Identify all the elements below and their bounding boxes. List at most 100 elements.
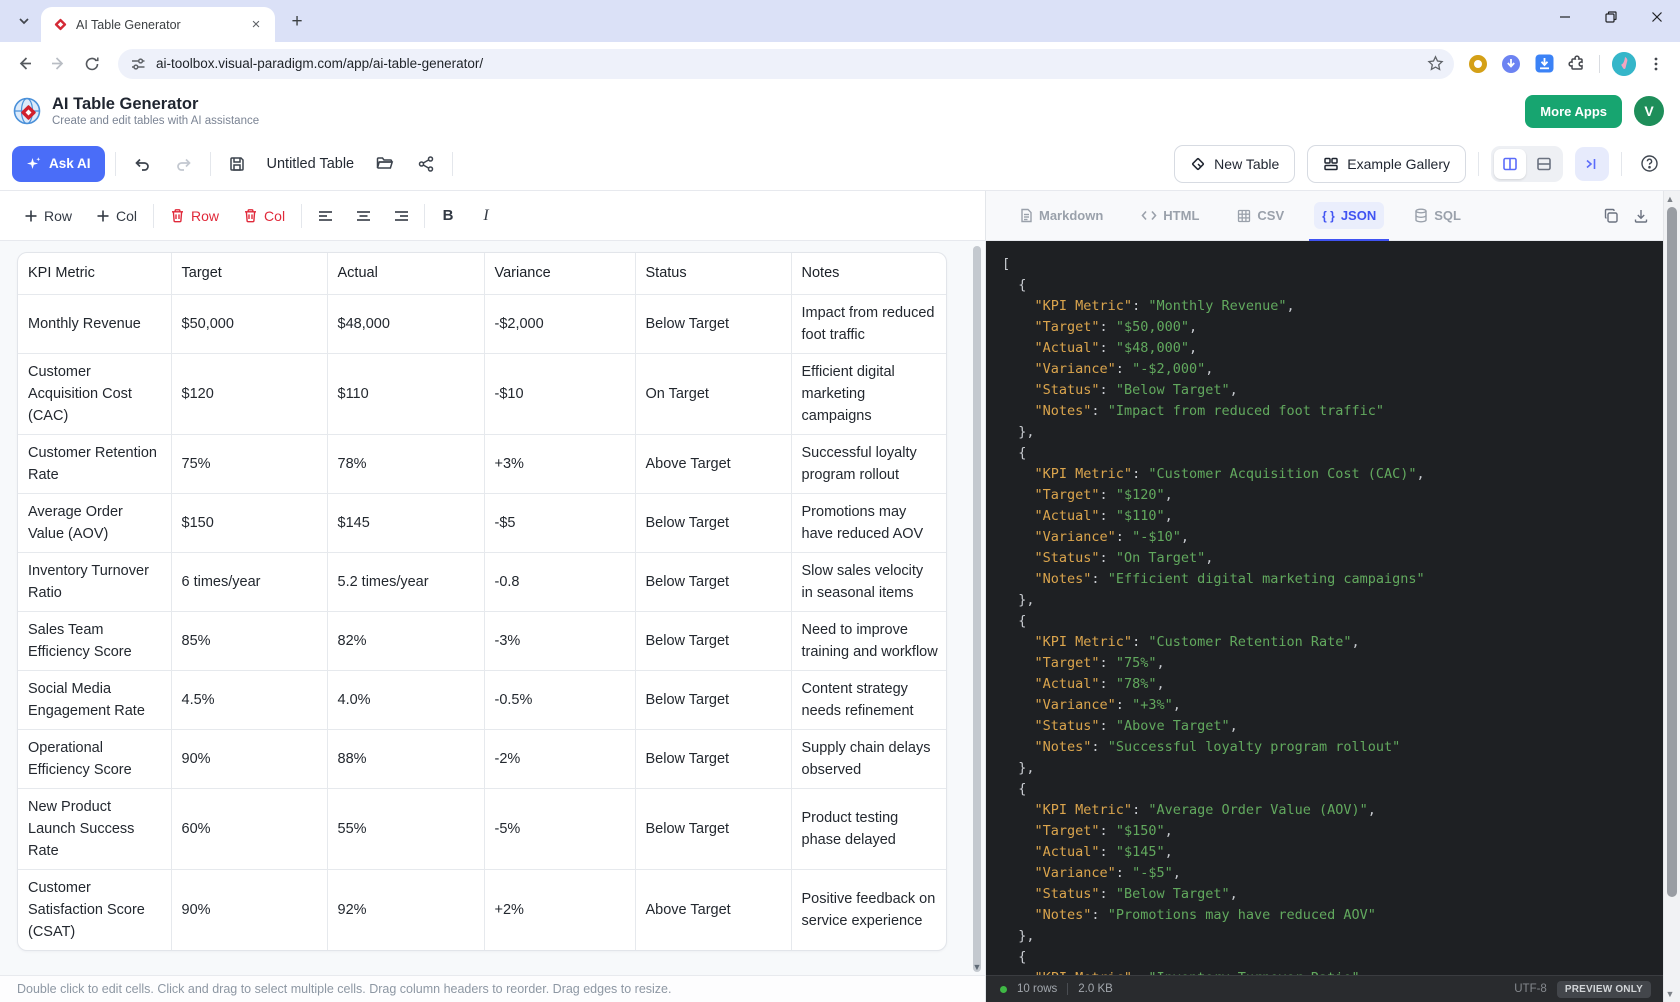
table-cell[interactable]: -$5 xyxy=(484,493,635,552)
tab-html[interactable]: HTML xyxy=(1124,191,1216,240)
split-horizontal-button[interactable] xyxy=(1528,149,1560,179)
table-cell[interactable]: Above Target xyxy=(635,869,791,950)
table-cell[interactable]: Below Target xyxy=(635,552,791,611)
scrollbar-thumb[interactable] xyxy=(973,246,981,972)
bold-button[interactable]: B xyxy=(433,201,463,231)
help-button[interactable] xyxy=(1634,149,1664,179)
extensions-puzzle-icon[interactable] xyxy=(1567,54,1587,74)
table-cell[interactable]: -$10 xyxy=(484,353,635,434)
scroll-down-icon[interactable]: ▼ xyxy=(972,962,982,972)
table-cell[interactable]: 82% xyxy=(327,611,484,670)
table-cell[interactable]: 90% xyxy=(171,729,327,788)
bookmark-star-icon[interactable] xyxy=(1427,55,1444,72)
table-cell[interactable]: On Target xyxy=(635,353,791,434)
table-cell[interactable]: +2% xyxy=(484,869,635,950)
table-cell[interactable]: 4.5% xyxy=(171,670,327,729)
table-cell[interactable]: Need to improve training and workflow xyxy=(791,611,947,670)
download-icon[interactable] xyxy=(1633,208,1649,224)
table-cell[interactable]: -0.8 xyxy=(484,552,635,611)
browser-menu-icon[interactable] xyxy=(1648,56,1664,72)
table-cell[interactable]: $50,000 xyxy=(171,294,327,353)
table-cell[interactable]: Operational Efficiency Score xyxy=(18,729,171,788)
copy-icon[interactable] xyxy=(1603,208,1619,224)
more-apps-button[interactable]: More Apps xyxy=(1525,95,1622,128)
site-settings-icon[interactable] xyxy=(130,56,146,72)
table-cell[interactable]: Social Media Engagement Rate xyxy=(18,670,171,729)
table-cell[interactable]: Average Order Value (AOV) xyxy=(18,493,171,552)
table-cell[interactable]: 90% xyxy=(171,869,327,950)
save-icon[interactable] xyxy=(221,148,253,180)
back-button[interactable] xyxy=(8,48,40,80)
table-cell[interactable]: Below Target xyxy=(635,670,791,729)
table-cell[interactable]: Positive feedback on service experience xyxy=(791,869,947,950)
table-cell[interactable]: Monthly Revenue xyxy=(18,294,171,353)
table-cell[interactable]: 75% xyxy=(171,434,327,493)
new-table-button[interactable]: New Table xyxy=(1174,145,1295,183)
collapse-panel-button[interactable] xyxy=(1575,147,1609,181)
table-cell[interactable]: Below Target xyxy=(635,788,791,869)
table-cell[interactable]: -0.5% xyxy=(484,670,635,729)
open-folder-icon[interactable] xyxy=(368,148,400,180)
browser-tab[interactable]: AI Table Generator × xyxy=(41,7,275,42)
table-cell[interactable]: 88% xyxy=(327,729,484,788)
scroll-up-icon[interactable]: ▲ xyxy=(1665,194,1675,204)
column-header[interactable]: Notes xyxy=(791,253,947,294)
table-cell[interactable]: 60% xyxy=(171,788,327,869)
scroll-down-icon[interactable]: ▼ xyxy=(1665,989,1675,999)
table-cell[interactable]: -2% xyxy=(484,729,635,788)
table-cell[interactable]: Customer Acquisition Cost (CAC) xyxy=(18,353,171,434)
align-center-button[interactable] xyxy=(348,201,378,231)
column-header[interactable]: KPI Metric xyxy=(18,253,171,294)
delete-col-button[interactable]: Col xyxy=(235,202,293,230)
align-right-button[interactable] xyxy=(386,201,416,231)
restore-button[interactable] xyxy=(1588,0,1634,34)
column-header[interactable]: Variance xyxy=(484,253,635,294)
table-cell[interactable]: $48,000 xyxy=(327,294,484,353)
tab-search-button[interactable] xyxy=(10,7,38,35)
table-cell[interactable]: Efficient digital marketing campaigns xyxy=(791,353,947,434)
table-cell[interactable]: 6 times/year xyxy=(171,552,327,611)
table-cell[interactable]: 4.0% xyxy=(327,670,484,729)
close-window-button[interactable] xyxy=(1634,0,1680,34)
table-cell[interactable]: 5.2 times/year xyxy=(327,552,484,611)
table-cell[interactable]: 55% xyxy=(327,788,484,869)
add-col-button[interactable]: Col xyxy=(88,202,145,230)
table-cell[interactable]: Inventory Turnover Ratio xyxy=(18,552,171,611)
table-cell[interactable]: New Product Launch Success Rate xyxy=(18,788,171,869)
table-cell[interactable]: Below Target xyxy=(635,729,791,788)
table-cell[interactable]: -3% xyxy=(484,611,635,670)
undo-button[interactable] xyxy=(126,148,158,180)
column-header[interactable]: Actual xyxy=(327,253,484,294)
json-preview[interactable]: [ { "KPI Metric": "Monthly Revenue", "Ta… xyxy=(986,241,1663,975)
example-gallery-button[interactable]: Example Gallery xyxy=(1307,145,1466,183)
table-cell[interactable]: Below Target xyxy=(635,493,791,552)
table-cell[interactable]: Content strategy needs refinement xyxy=(791,670,947,729)
column-header[interactable]: Status xyxy=(635,253,791,294)
tab-markdown[interactable]: Markdown xyxy=(1002,191,1120,240)
tab-sql[interactable]: SQL xyxy=(1397,191,1478,240)
column-header[interactable]: Target xyxy=(171,253,327,294)
align-left-button[interactable] xyxy=(310,201,340,231)
ask-ai-button[interactable]: Ask AI xyxy=(12,146,105,182)
scrollbar-thumb[interactable] xyxy=(1667,207,1677,897)
extension-circle-download-icon[interactable] xyxy=(1500,53,1522,75)
extension-ring-icon[interactable] xyxy=(1468,54,1488,74)
url-text[interactable]: ai-toolbox.visual-paradigm.com/app/ai-ta… xyxy=(156,56,1417,71)
user-avatar[interactable]: V xyxy=(1634,96,1664,126)
address-bar[interactable]: ai-toolbox.visual-paradigm.com/app/ai-ta… xyxy=(118,49,1454,79)
extension-download-box-icon[interactable] xyxy=(1534,53,1555,74)
table-cell[interactable]: Sales Team Efficiency Score xyxy=(18,611,171,670)
table-cell[interactable]: $145 xyxy=(327,493,484,552)
document-title[interactable]: Untitled Table xyxy=(267,156,355,172)
redo-button[interactable] xyxy=(168,148,200,180)
split-vertical-button[interactable] xyxy=(1494,149,1526,179)
table-cell[interactable]: 92% xyxy=(327,869,484,950)
table-cell[interactable]: Slow sales velocity in seasonal items xyxy=(791,552,947,611)
table-cell[interactable]: $150 xyxy=(171,493,327,552)
table-cell[interactable]: Below Target xyxy=(635,611,791,670)
table-cell[interactable]: Successful loyalty program rollout xyxy=(791,434,947,493)
table-cell[interactable]: 85% xyxy=(171,611,327,670)
tab-csv[interactable]: CSV xyxy=(1220,191,1301,240)
table-cell[interactable]: Impact from reduced foot traffic xyxy=(791,294,947,353)
table-cell[interactable]: Supply chain delays observed xyxy=(791,729,947,788)
